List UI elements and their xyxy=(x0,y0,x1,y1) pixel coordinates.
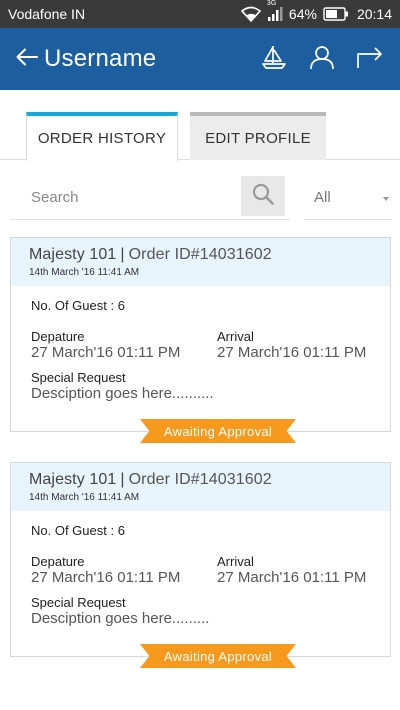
share-forward-icon xyxy=(356,45,384,74)
special-request-label: Special Request xyxy=(31,370,126,385)
status-bar: Vodafone IN 3G 64% 20:14 xyxy=(0,0,400,28)
order-date: 14th March '16 11:41 AM xyxy=(29,267,140,278)
order-title: Majesty 101 | Order ID#14031602 xyxy=(29,471,390,489)
battery-icon xyxy=(323,7,349,21)
clock: 20:14 xyxy=(356,6,392,22)
special-request-value: Desciption goes here.......... xyxy=(31,385,214,402)
carrier-label: Vodafone IN xyxy=(8,6,86,22)
status-badge: Awaiting Approval xyxy=(140,419,296,443)
title-separator: | xyxy=(120,471,125,488)
arrival-value: 27 March'16 01:11 PM xyxy=(217,569,367,586)
signal-icon: 3G xyxy=(267,0,283,22)
order-card[interactable]: Majesty 101 | Order ID#14031602 14th March… xyxy=(10,462,391,657)
title-separator: | xyxy=(120,246,125,263)
departure-label: Depature xyxy=(31,554,85,569)
battery-percent: 64% xyxy=(288,6,317,22)
tab-edit-profile[interactable]: EDIT PROFILE xyxy=(190,112,326,160)
special-request-label: Special Request xyxy=(31,595,126,610)
boat-button[interactable] xyxy=(250,28,298,90)
order-title: Majesty 101 | Order ID#14031602 xyxy=(29,246,390,264)
special-request-value: Desciption goes here......... xyxy=(31,610,210,627)
sailboat-icon xyxy=(261,44,287,75)
wifi-icon xyxy=(240,6,261,22)
status-indicators: 3G 64% 20:14 xyxy=(240,0,392,22)
tab-order-history[interactable]: ORDER HISTORY xyxy=(26,112,178,161)
logout-button[interactable] xyxy=(346,28,394,90)
arrival-label: Arrival xyxy=(217,554,254,569)
page-title: Username xyxy=(44,45,157,72)
departure-value: 27 March'16 01:11 PM xyxy=(31,569,181,586)
guest-count: No. Of Guest : 6 xyxy=(31,523,125,538)
departure-label: Depature xyxy=(31,329,85,344)
order-card[interactable]: Majesty 101 | Order ID#14031602 14th March… xyxy=(10,237,391,432)
status-badge: Awaiting Approval xyxy=(140,644,296,668)
order-id: Order ID#14031602 xyxy=(128,471,272,488)
departure-value: 27 March'16 01:11 PM xyxy=(31,344,181,361)
chevron-down-icon xyxy=(383,197,389,201)
order-card-header: Majesty 101 | Order ID#14031602 14th March… xyxy=(11,238,390,286)
app-bar: Username xyxy=(0,28,400,90)
search-row: All xyxy=(0,160,400,220)
hotel-name: Majesty 101 xyxy=(29,246,117,263)
guest-count: No. Of Guest : 6 xyxy=(31,298,125,313)
back-arrow-icon xyxy=(16,48,38,71)
order-id: Order ID#14031602 xyxy=(128,246,272,263)
user-icon xyxy=(309,44,335,75)
tab-bar: ORDER HISTORY EDIT PROFILE xyxy=(0,90,400,161)
order-date: 14th March '16 11:41 AM xyxy=(29,492,140,503)
status-filter-dropdown[interactable]: All xyxy=(304,176,392,220)
profile-button[interactable] xyxy=(298,28,346,90)
search-button[interactable] xyxy=(241,176,285,216)
arrival-label: Arrival xyxy=(217,329,254,344)
order-card-header: Majesty 101 | Order ID#14031602 14th March… xyxy=(11,463,390,511)
search-icon xyxy=(252,183,274,210)
network-type-label: 3G xyxy=(266,0,277,7)
arrival-value: 27 March'16 01:11 PM xyxy=(217,344,367,361)
back-button[interactable] xyxy=(0,28,38,90)
hotel-name: Majesty 101 xyxy=(29,471,117,488)
filter-selected-value: All xyxy=(314,189,331,206)
